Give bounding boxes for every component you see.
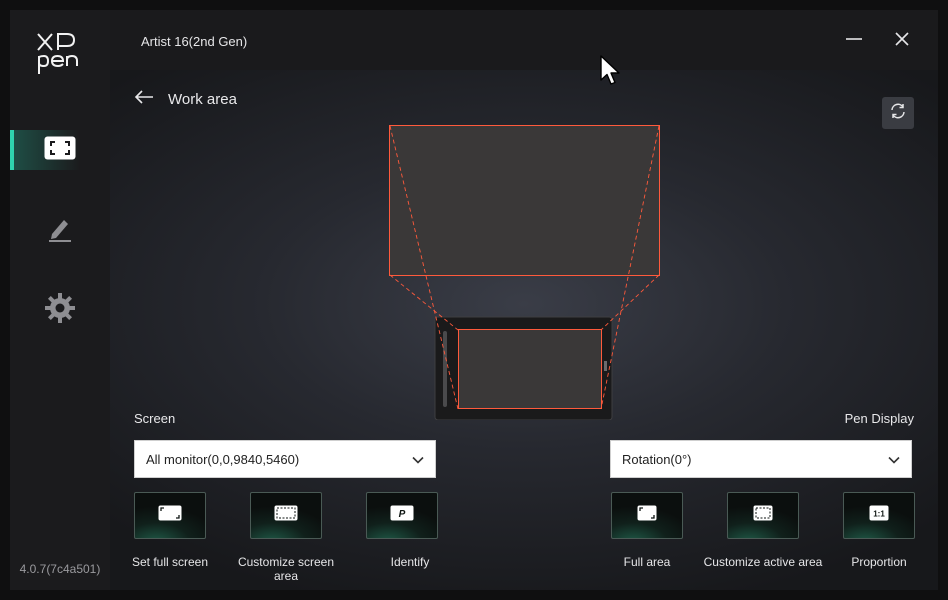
identify-button[interactable]: P — [366, 492, 438, 539]
rotation-select[interactable]: Rotation(0°) — [610, 440, 912, 478]
set-full-screen-button[interactable] — [134, 492, 206, 539]
tablet-active-area — [458, 329, 602, 409]
customize-active-area-label: Customize active area — [703, 555, 823, 569]
sidebar: 4.0.7(7c4a501) — [10, 10, 110, 590]
set-full-screen-label: Set full screen — [131, 555, 209, 569]
sidebar-item-work-area[interactable] — [10, 130, 110, 170]
chevron-down-icon — [411, 453, 425, 472]
pen-display-label: Pen Display — [844, 411, 914, 426]
screen-select-value: All monitor(0,0,9840,5460) — [146, 451, 300, 467]
proportion-glyph: 1:1 — [873, 510, 885, 519]
work-area-panel: Work area Screen All monitor(0,0,9840,54… — [110, 70, 938, 590]
screen-label: Screen — [134, 411, 176, 426]
screen-area — [389, 125, 660, 276]
customize-active-area-button[interactable] — [727, 492, 799, 539]
proportion-label: Proportion — [851, 555, 907, 569]
window-title: Artist 16(2nd Gen) — [141, 34, 248, 49]
full-area-button[interactable] — [611, 492, 683, 539]
full-area-icon — [637, 505, 657, 526]
mapping-diagram — [389, 125, 660, 420]
minimize-button[interactable] — [841, 28, 867, 54]
sidebar-item-pen[interactable] — [10, 210, 110, 250]
gear-icon — [44, 292, 76, 329]
full-area-label: Full area — [623, 555, 671, 569]
identify-icon: P — [390, 505, 414, 526]
chevron-down-icon — [887, 453, 901, 472]
close-button[interactable] — [889, 28, 915, 54]
customize-screen-area-button[interactable] — [250, 492, 322, 539]
pen-icon — [46, 214, 74, 247]
minimize-icon — [845, 30, 863, 53]
rotation-select-value: Rotation(0°) — [622, 451, 692, 467]
customize-screen-area-label: Customize screen area — [237, 555, 335, 583]
version-label: 4.0.7(7c4a501) — [19, 562, 101, 576]
customize-screen-icon — [274, 505, 298, 526]
frame-icon — [44, 136, 76, 165]
xp-pen-logo — [34, 30, 90, 80]
full-screen-icon — [158, 505, 182, 526]
proportion-button[interactable]: 1:1 — [843, 492, 915, 539]
proportion-icon: 1:1 — [869, 505, 889, 526]
identify-glyph: P — [399, 509, 406, 520]
close-icon — [893, 30, 911, 53]
sidebar-item-settings[interactable] — [10, 290, 110, 330]
title-bar: Artist 16(2nd Gen) — [110, 10, 938, 70]
identify-label: Identify — [390, 555, 430, 569]
customize-active-icon — [753, 505, 773, 526]
mouse-cursor-icon — [600, 55, 622, 87]
app-window: 4.0.7(7c4a501) Artist 16(2nd Gen) Work a… — [10, 10, 938, 590]
screen-select[interactable]: All monitor(0,0,9840,5460) — [134, 440, 436, 478]
